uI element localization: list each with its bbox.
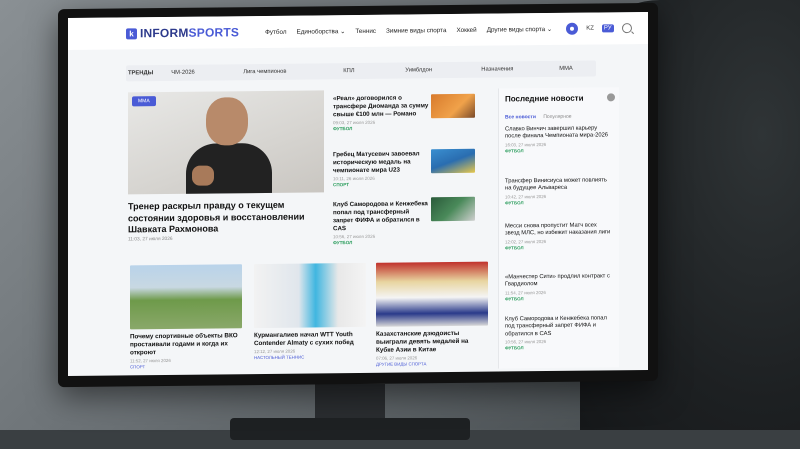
card-category[interactable]: ДРУГИЕ ВИДЫ СПОРТА [376, 361, 488, 367]
nav-item-other[interactable]: Другие виды спорта ⌄ [487, 25, 553, 33]
nav-item-tennis[interactable]: Теннис [355, 27, 376, 34]
feature-time: 11:03, 27 июля 2026 [128, 236, 173, 243]
sidebar-news-category[interactable]: ФУТБОЛ [505, 344, 613, 350]
news-title[interactable]: «Реал» договорился о трансфере Диоманда … [333, 94, 429, 119]
sidebar-news-title[interactable]: Славко Винчич завершил карьеру после фин… [505, 125, 613, 141]
trend-item[interactable]: КПЛ [343, 68, 405, 74]
card-category[interactable]: НАСТОЛЬНЫЙ ТЕННИС [254, 354, 366, 361]
lang-ru[interactable]: РУ [601, 24, 614, 33]
news-thumbnail[interactable] [431, 148, 475, 174]
sidebar-title: Последние новости [505, 93, 584, 104]
trends-label: ТРЕНДЫ [128, 70, 154, 77]
lang-kz[interactable]: KZ [586, 26, 594, 32]
sidebar-news-category[interactable]: ФУТБОЛ [505, 147, 613, 153]
news-card[interactable]: Почему спортивные объекты ВКО простаивал… [130, 264, 242, 369]
trend-item[interactable]: ЧМ-2026 [171, 69, 243, 76]
feature-person-fist [192, 165, 214, 186]
logo[interactable]: k INFORMSPORTS [126, 25, 239, 40]
news-card[interactable]: Казахстанские дзюдоисты выиграли девять … [376, 261, 488, 367]
sidebar-news-item[interactable]: Клуб Самородова и Кенжебека попал под тр… [505, 315, 613, 350]
news-title[interactable]: Гребец Матусевич завоевал историческую м… [333, 150, 429, 175]
trend-item[interactable]: Лига чемпионов [243, 68, 343, 75]
card-title[interactable]: Казахстанские дзюдоисты выиграли девять … [376, 330, 488, 355]
main-nav: Футбол Единоборства ⌄ Теннис Зимние виды… [265, 25, 552, 35]
trend-item[interactable]: Уимблдон [405, 67, 481, 73]
card-image[interactable] [130, 264, 242, 330]
site-header: k INFORMSPORTS Футбол Единоборства ⌄ Тен… [68, 11, 648, 51]
tab-all-news[interactable]: Все новости [505, 114, 536, 120]
feature-title[interactable]: Тренер раскрыл правду о текущем состояни… [128, 199, 324, 236]
sidebar-news-title[interactable]: Месси снова пропустит Матч всех звезд МЛ… [505, 222, 613, 238]
search-icon[interactable] [621, 23, 632, 34]
category-badge[interactable]: ММА [132, 96, 156, 107]
news-card[interactable]: Курмангалиев начал WTT Youth Contender A… [254, 262, 366, 361]
logo-text: INFORMSPORTS [140, 25, 240, 41]
theme-toggle-icon[interactable] [566, 22, 579, 35]
nav-item-hockey[interactable]: Хоккей [456, 26, 476, 33]
logo-mark: k [126, 27, 137, 39]
trend-item[interactable]: Назначения [481, 66, 559, 72]
news-category[interactable]: СПОРТ [333, 181, 483, 187]
sidebar-news-category[interactable]: ФУТБОЛ [505, 199, 613, 205]
card-title[interactable]: Курмангалиев начал WTT Youth Contender A… [254, 331, 366, 348]
sidebar-news-item[interactable]: «Манчестер Сити» продлил контракт с Гвар… [505, 273, 613, 301]
monitor-stand [315, 384, 385, 420]
nav-item-winter[interactable]: Зимние виды спорта [386, 27, 446, 35]
arrow-right-icon[interactable] [607, 93, 615, 102]
monitor: k INFORMSPORTS Футбол Единоборства ⌄ Тен… [58, 2, 658, 388]
sidebar-news-category[interactable]: ФУТБОЛ [505, 244, 613, 250]
card-image[interactable] [376, 261, 488, 327]
news-thumbnail[interactable] [431, 196, 475, 222]
sidebar: Последние новости Все новости Популярное… [498, 87, 619, 369]
trends-bar: ТРЕНДЫ ЧМ-2026 Лига чемпионов КПЛ Уимблд… [126, 60, 596, 82]
sidebar-news-title[interactable]: «Манчестер Сити» продлил контракт с Гвар… [505, 273, 613, 289]
news-thumbnail[interactable] [431, 93, 475, 119]
sidebar-news-category[interactable]: ФУТБОЛ [505, 295, 613, 301]
feature-image[interactable]: ММА [128, 90, 324, 195]
tab-popular[interactable]: Популярное [543, 114, 571, 120]
header-controls: KZ РУ [566, 22, 632, 35]
news-category[interactable]: ФУТБОЛ [333, 125, 483, 131]
nav-item-football[interactable]: Футбол [265, 28, 286, 35]
nav-item-martial[interactable]: Единоборства ⌄ [297, 28, 346, 36]
trend-item[interactable]: ММА [559, 66, 573, 72]
card-image[interactable] [254, 262, 366, 329]
news-title[interactable]: Клуб Самородова и Кенжебека попал под тр… [333, 200, 429, 233]
feature-person-head [206, 97, 248, 146]
sidebar-news-item[interactable]: Славко Винчич завершил карьеру после фин… [505, 125, 613, 153]
screen: k INFORMSPORTS Футбол Единоборства ⌄ Тен… [68, 11, 648, 377]
card-category[interactable]: СПОРТ [130, 363, 242, 369]
sidebar-news-item[interactable]: Трансфер Винисиуса может повлиять на буд… [505, 177, 613, 205]
monitor-base [230, 418, 470, 440]
sidebar-tabs: Все новости Популярное [505, 114, 572, 121]
news-category[interactable]: ФУТБОЛ [333, 239, 483, 245]
sidebar-news-title[interactable]: Клуб Самородова и Кенжебека попал под тр… [505, 315, 613, 338]
card-title[interactable]: Почему спортивные объекты ВКО простаивал… [130, 332, 242, 357]
sidebar-news-title[interactable]: Трансфер Винисиуса может повлиять на буд… [505, 177, 613, 193]
sidebar-news-item[interactable]: Месси снова пропустит Матч всех звезд МЛ… [505, 222, 613, 250]
